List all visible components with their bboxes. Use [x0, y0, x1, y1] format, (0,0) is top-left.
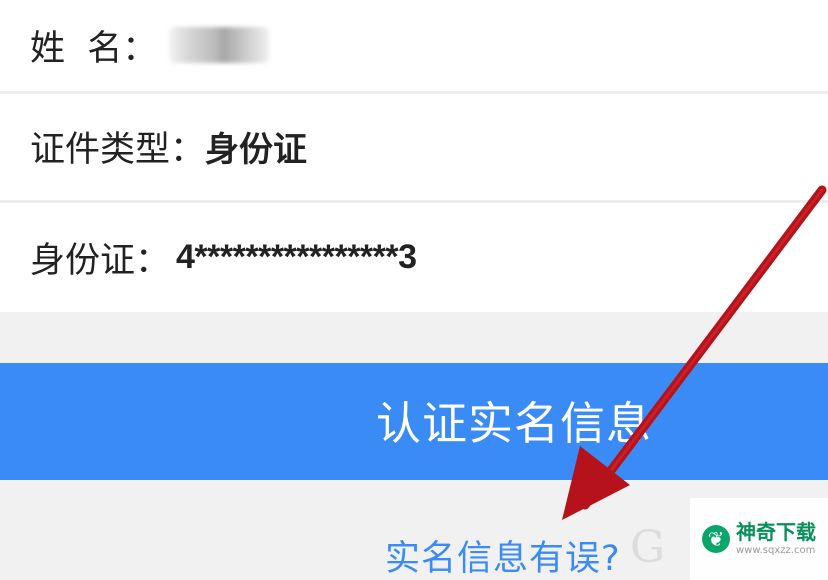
site-watermark: ❦ 神奇下载 www.sqxzz.com: [690, 498, 828, 580]
id-type-row: 证件类型： 身份证: [0, 94, 828, 199]
verify-real-name-button[interactable]: 认证实名信息: [0, 363, 828, 480]
id-number-row: 身份证： 4****************3: [0, 203, 828, 311]
blurred-name-value: [169, 27, 270, 63]
watermark-title: 神奇下载: [736, 520, 816, 544]
id-number-label: 身份证：: [30, 240, 171, 281]
faint-watermark-glyph: G: [630, 522, 666, 573]
id-type-value: 身份证: [205, 130, 308, 170]
verify-button-label: 认证实名信息: [375, 397, 652, 450]
id-type-label: 证件类型：: [30, 130, 206, 170]
leaf-logo-icon: ❦: [702, 525, 730, 553]
info-incorrect-link[interactable]: 实名信息有误?: [385, 530, 621, 580]
id-number-value: 4****************3: [176, 237, 417, 276]
name-label: 姓 名：: [30, 28, 158, 69]
real-name-verification-screen: 姓 名： 证件类型： 身份证 身份证： 4****************3 认…: [0, 0, 828, 580]
identity-info-card: 姓 名： 证件类型： 身份证 身份证： 4****************3: [0, 0, 828, 312]
watermark-text: 神奇下载 www.sqxzz.com: [736, 522, 816, 556]
watermark-url: www.sqxzz.com: [736, 545, 816, 556]
name-row: 姓 名：: [0, 0, 828, 90]
